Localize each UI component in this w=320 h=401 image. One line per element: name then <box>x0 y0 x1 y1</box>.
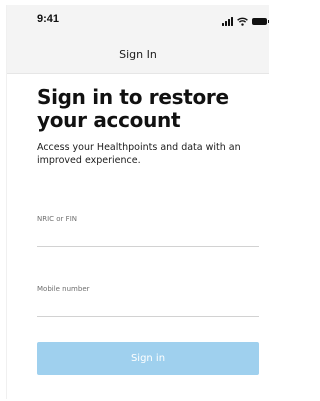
mobile-number-field[interactable] <box>37 300 259 316</box>
status-icons <box>222 16 269 26</box>
nric-field-underline <box>37 246 259 247</box>
battery-icon <box>252 17 269 25</box>
nav-bar: Sign In <box>7 37 269 74</box>
nric-field-label: NRIC or FIN <box>37 215 77 223</box>
bottom-spacer <box>7 383 269 399</box>
mobile-number-underline <box>37 316 259 317</box>
wifi-icon <box>237 17 248 26</box>
status-time: 9:41 <box>37 13 60 25</box>
sign-in-button[interactable]: Sign in <box>37 342 259 375</box>
signal-icon <box>222 16 233 26</box>
status-bar: 9:41 <box>7 5 269 37</box>
sign-in-screen: 9:41 Sign In Sign in to restore your acc… <box>6 5 269 399</box>
mobile-number-label: Mobile number <box>37 285 90 293</box>
sign-in-heading: Sign in to restore your account <box>37 85 229 132</box>
nric-field[interactable] <box>37 230 259 246</box>
page-title: Sign In <box>119 48 157 61</box>
sign-in-description: Access your Healthpoints and data with a… <box>37 142 241 166</box>
